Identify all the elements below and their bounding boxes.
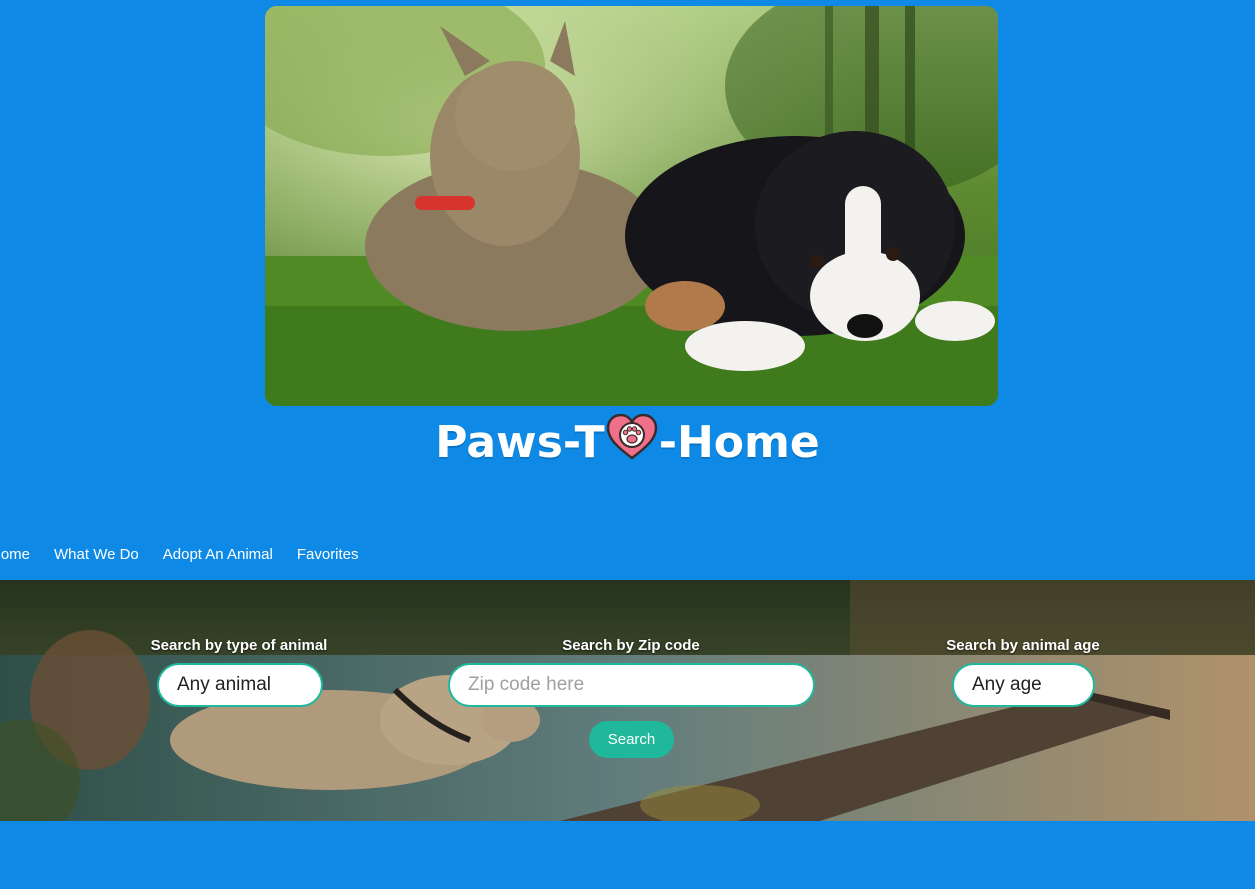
paw-heart-icon [606, 413, 658, 471]
logo-text-start: Paws-T [435, 416, 605, 468]
animal-age-value: Any age [972, 674, 1042, 695]
search-button[interactable]: Search [589, 721, 674, 758]
site-logo[interactable]: Paws-T -Home [0, 413, 1255, 471]
age-search-label: Search by animal age [946, 637, 1100, 654]
animal-type-select[interactable]: Any animal [157, 663, 323, 707]
logo-text-end: -Home [658, 416, 820, 468]
zip-search-label: Search by Zip code [562, 637, 700, 654]
nav-item-adopt-an-animal[interactable]: Adopt An Animal [163, 546, 273, 563]
type-search-label: Search by type of animal [150, 637, 328, 654]
cat-and-puppy-photo [265, 6, 998, 406]
nav-item-favorites[interactable]: Favorites [297, 546, 359, 563]
zip-code-placeholder: Zip code here [468, 674, 585, 695]
search-section: Search by type of animal Any animal Sear… [0, 580, 1255, 821]
animal-age-select[interactable]: Any age [952, 663, 1095, 707]
nav-item-what-we-do[interactable]: What We Do [54, 546, 139, 563]
nav-item-home[interactable]: Home [0, 546, 30, 563]
animal-type-value: Any animal [177, 674, 271, 695]
zip-code-input[interactable]: Zip code here [448, 663, 815, 707]
hero-image [265, 6, 998, 406]
main-nav: Home What We Do Adopt An Animal Favorite… [0, 542, 359, 566]
